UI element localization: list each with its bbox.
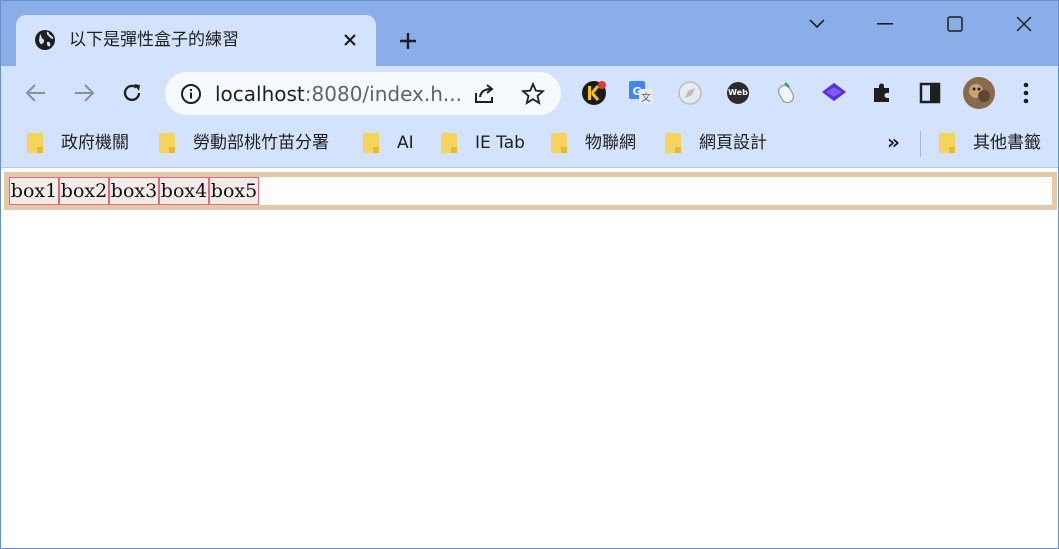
star-icon[interactable] bbox=[520, 81, 546, 106]
maximize-icon[interactable] bbox=[937, 9, 973, 39]
folder-icon bbox=[159, 133, 175, 153]
tab-title: 以下是彈性盒子的練習 bbox=[69, 30, 239, 50]
folder-icon bbox=[665, 133, 681, 153]
close-icon[interactable] bbox=[1006, 9, 1042, 39]
share-icon[interactable] bbox=[473, 83, 497, 105]
bookmarks-separator bbox=[920, 131, 921, 157]
flex-box: box2 bbox=[59, 177, 109, 205]
profile-avatar[interactable] bbox=[962, 76, 996, 110]
bookmark-label: AI bbox=[397, 133, 414, 153]
puzzle-icon[interactable] bbox=[867, 78, 897, 108]
google-translate-icon[interactable]: G文 bbox=[626, 78, 656, 108]
bookmark-label: 物聯網 bbox=[585, 133, 636, 153]
flex-container: box1 box2 box3 box4 box5 bbox=[4, 172, 1057, 210]
url-text[interactable]: localhost:8080/index.h... bbox=[215, 82, 462, 106]
other-bookmarks-folder[interactable]: 其他書籤 bbox=[939, 130, 1041, 156]
url-rest: :8080/index.h... bbox=[304, 82, 462, 106]
new-tab-button[interactable] bbox=[395, 28, 421, 54]
folder-icon bbox=[363, 133, 379, 153]
tab-strip: 以下是彈性盒子的練習 bbox=[1, 1, 1058, 66]
folder-icon bbox=[939, 133, 955, 153]
flex-box: box1 bbox=[9, 177, 59, 205]
folder-icon bbox=[551, 133, 567, 153]
toolbar: localhost:8080/index.h... G文 Web bbox=[1, 66, 1058, 121]
compass-icon[interactable] bbox=[675, 78, 705, 108]
flex-box: box4 bbox=[159, 177, 209, 205]
address-bar[interactable]: localhost:8080/index.h... bbox=[165, 72, 561, 115]
flex-box: box3 bbox=[109, 177, 159, 205]
bookmark-folder[interactable]: 勞動部桃竹苗分署 bbox=[159, 130, 329, 156]
side-panel-icon[interactable] bbox=[915, 78, 945, 108]
reload-button[interactable] bbox=[117, 78, 147, 108]
forward-button[interactable] bbox=[69, 78, 99, 108]
bookmark-folder[interactable]: 政府機關 bbox=[27, 130, 129, 156]
info-icon[interactable] bbox=[180, 83, 202, 105]
chevron-down-icon[interactable] bbox=[799, 9, 835, 39]
menu-icon[interactable] bbox=[1011, 78, 1041, 108]
minimize-icon[interactable] bbox=[867, 9, 903, 39]
bookmark-folder[interactable]: IE Tab bbox=[441, 130, 525, 156]
bookmark-folder[interactable]: 網頁設計 bbox=[665, 130, 767, 156]
bookmark-label: 政府機關 bbox=[61, 133, 129, 153]
web-chatgpt-icon[interactable]: Web bbox=[723, 78, 753, 108]
keepass-icon[interactable] bbox=[579, 78, 609, 108]
bookmark-folder[interactable]: AI bbox=[363, 130, 414, 156]
bookmarks-bar: 政府機關 勞動部桃竹苗分署 AI IE Tab 物聯網 網頁設計 » 其他書籤 bbox=[1, 121, 1058, 168]
bookmark-label: IE Tab bbox=[475, 133, 525, 153]
bookmark-label: 網頁設計 bbox=[699, 133, 767, 153]
bookmarks-more-button[interactable]: » bbox=[887, 130, 900, 154]
url-host: localhost bbox=[215, 82, 305, 106]
mouse-icon[interactable] bbox=[771, 78, 801, 108]
active-tab[interactable]: 以下是彈性盒子的練習 bbox=[16, 15, 376, 66]
folder-icon bbox=[27, 133, 43, 153]
tab-close-icon[interactable] bbox=[338, 28, 362, 52]
svg-text:文: 文 bbox=[641, 91, 651, 104]
globe-icon bbox=[34, 29, 56, 51]
browser-window: 以下是彈性盒子的練習 localhost:8080/index.h... G 文… bbox=[0, 0, 1059, 549]
layers-icon[interactable] bbox=[819, 78, 849, 108]
bookmark-label: 其他書籤 bbox=[973, 133, 1041, 153]
bookmark-label: 勞動部桃竹苗分署 bbox=[193, 133, 329, 153]
page-content: box1 box2 box3 box4 box5 bbox=[1, 169, 1058, 548]
flex-box: box5 bbox=[209, 177, 259, 205]
back-button[interactable] bbox=[21, 78, 51, 108]
bookmark-folder[interactable]: 物聯網 bbox=[551, 130, 636, 156]
folder-icon bbox=[441, 133, 457, 153]
svg-text:Web: Web bbox=[728, 88, 748, 97]
